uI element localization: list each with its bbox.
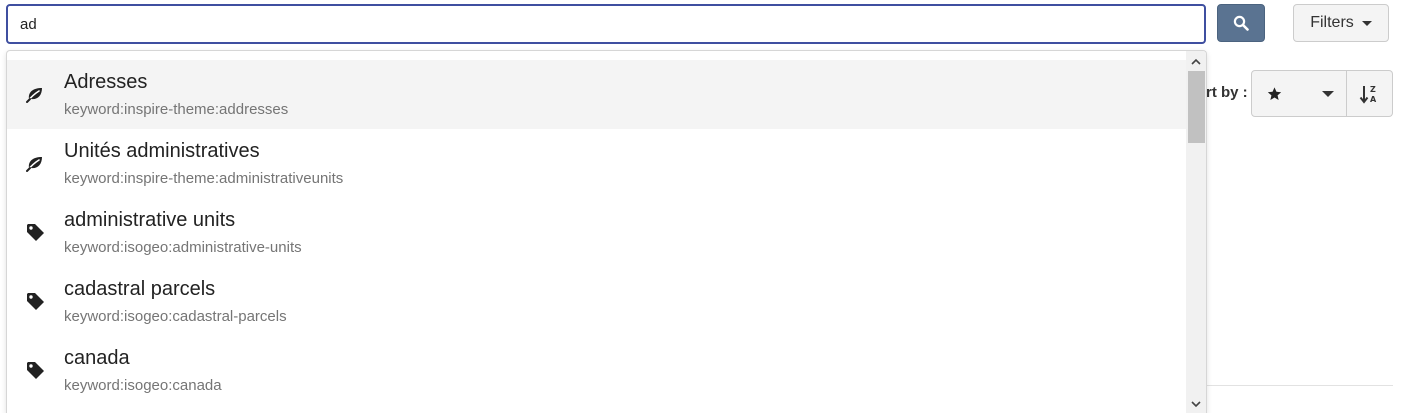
svg-text:A: A — [1370, 95, 1377, 104]
leaf-icon — [26, 88, 42, 103]
suggestion-item[interactable]: administrative units keyword:isogeo:admi… — [7, 198, 1186, 267]
scroll-up-button[interactable] — [1186, 53, 1206, 69]
filters-label: Filters — [1310, 14, 1354, 31]
suggestion-subtitle: keyword:isogeo:cadastral-parcels — [64, 308, 287, 325]
tag-icon — [27, 293, 44, 310]
suggestion-item[interactable]: cadastral parcels keyword:isogeo:cadastr… — [7, 267, 1186, 336]
suggestion-item[interactable]: Unités administratives keyword:inspire-t… — [7, 129, 1186, 198]
search-icon — [1233, 15, 1249, 31]
suggestion-subtitle: keyword:isogeo:canada — [64, 377, 222, 394]
sort-order-button[interactable]: Z A — [1347, 70, 1393, 117]
sort-alpha-desc-icon: Z A — [1359, 85, 1377, 104]
suggestion-title: cadastral parcels — [64, 278, 216, 300]
svg-text:Z: Z — [1370, 85, 1376, 94]
sort-field-dropdown[interactable] — [1251, 70, 1347, 117]
search-button[interactable] — [1217, 4, 1265, 42]
tag-icon — [27, 224, 44, 241]
sort-controls: Z A — [1251, 70, 1393, 117]
suggestion-title: canada — [64, 347, 130, 369]
autocomplete-dropdown: Adresses keyword:inspire-theme:addresses… — [6, 50, 1207, 413]
suggestion-subtitle: keyword:inspire-theme:addresses — [64, 101, 289, 118]
sort-by-label: rt by : — [1206, 84, 1248, 101]
scroll-down-button[interactable] — [1186, 396, 1206, 412]
divider — [1206, 385, 1393, 386]
suggestion-title: Adresses — [64, 71, 148, 93]
suggestion-item[interactable]: canada keyword:isogeo:canada — [7, 336, 1186, 405]
suggestion-title: administrative units — [64, 209, 236, 231]
scrollbar[interactable] — [1186, 51, 1206, 413]
suggestion-item[interactable]: Adresses keyword:inspire-theme:addresses — [7, 60, 1186, 129]
suggestion-title: Unités administratives — [64, 140, 260, 162]
leaf-icon — [26, 157, 42, 172]
filters-button[interactable]: Filters — [1293, 4, 1389, 42]
chevron-down-icon — [1322, 90, 1334, 97]
chevron-down-icon — [1191, 400, 1201, 407]
suggestion-subtitle: keyword:inspire-theme:administrativeunit… — [64, 170, 344, 187]
search-input[interactable] — [6, 4, 1206, 44]
chevron-down-icon — [1361, 20, 1372, 26]
star-icon — [1267, 86, 1282, 100]
tag-icon — [27, 362, 44, 379]
scrollbar-thumb[interactable] — [1188, 71, 1205, 143]
chevron-up-icon — [1191, 58, 1201, 65]
suggestion-subtitle: keyword:isogeo:administrative-units — [64, 239, 302, 256]
